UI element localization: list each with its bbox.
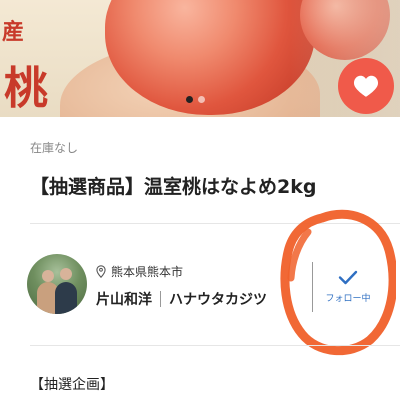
box-print-text-top: 産 [2,19,25,45]
producer-avatar[interactable] [27,254,87,314]
carousel-dot[interactable] [198,96,205,103]
carousel-dot-active[interactable] [186,96,193,103]
divider [30,223,400,224]
checkmark-icon [338,270,358,285]
name-separator [160,291,161,307]
stock-status: 在庫なし [30,141,79,155]
producer-location: 熊本県熊本市 [96,263,183,280]
location-text: 熊本県熊本市 [111,265,184,279]
favorite-button[interactable] [338,58,394,114]
carousel-indicator [186,96,205,103]
divider [30,345,400,346]
follow-label: フォロー中 [325,294,371,304]
farm-name[interactable]: ハナウタカジツ [169,289,267,309]
follow-button[interactable]: フォロー中 [313,252,383,322]
box-print-text-bottom: 桃 [4,63,48,114]
producer-names[interactable]: 片山和洋 ハナウタカジツ [96,289,267,309]
producer-name[interactable]: 片山和洋 [96,289,152,309]
location-pin-icon [96,265,106,278]
product-title: 【抽選商品】温室桃はなよめ2kg [30,176,317,198]
heart-icon [353,75,379,97]
section-heading: 【抽選企画】 [30,377,114,393]
product-image-carousel[interactable]: 産 桃 [0,0,400,117]
